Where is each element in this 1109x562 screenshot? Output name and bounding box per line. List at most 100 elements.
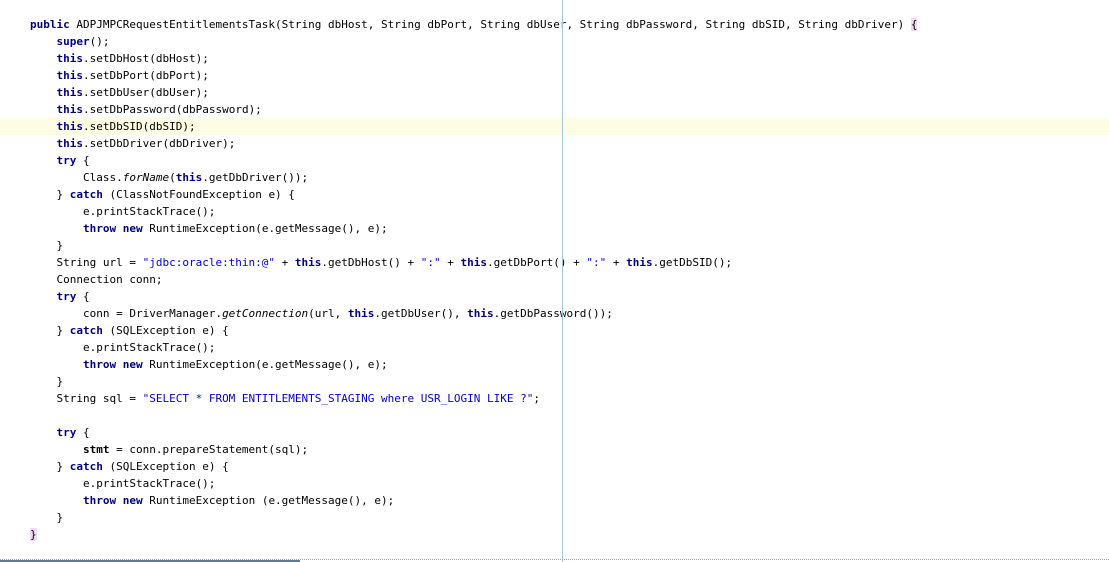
code-string: ":"	[586, 256, 607, 269]
code-keyword: new	[122, 494, 143, 507]
code-text: (	[169, 171, 176, 184]
code-text: RuntimeException(e.getMessage(), e);	[142, 222, 388, 235]
code-text: {	[76, 290, 90, 303]
code-line[interactable]: e.printStackTrace();	[0, 203, 1109, 220]
code-text: +	[275, 256, 295, 269]
code-line[interactable]: throw new RuntimeException(e.getMessage(…	[0, 220, 1109, 237]
code-line[interactable]: }	[0, 373, 1109, 390]
matching-brace: {	[910, 18, 918, 31]
code-line[interactable]: e.printStackTrace();	[0, 475, 1109, 492]
code-keyword: this	[56, 52, 84, 65]
code-string: "SELECT * FROM ENTITLEMENTS_STAGING wher…	[142, 392, 534, 405]
code-text: conn = DriverManager.	[30, 307, 223, 320]
code-keyword: this	[467, 307, 494, 320]
code-text: .getDbSID();	[652, 256, 733, 269]
current-code-line[interactable]: this.setDbSID(dbSID);	[0, 118, 1109, 135]
code-text: }	[30, 460, 70, 473]
code-keyword: try	[56, 154, 77, 167]
code-text: Connection conn;	[30, 273, 163, 286]
code-text: .getDbPassword());	[493, 307, 613, 320]
code-line[interactable]: public ADPJMPCRequestEntitlementsTask(St…	[0, 16, 1109, 33]
code-line[interactable]	[0, 407, 1109, 424]
code-text: .getDbUser(),	[374, 307, 468, 320]
code-line[interactable]: try {	[0, 424, 1109, 441]
code-keyword: try	[56, 290, 77, 303]
code-text: }	[30, 324, 70, 337]
code-line[interactable]: throw new RuntimeException (e.getMessage…	[0, 492, 1109, 509]
code-text: RuntimeException(e.getMessage(), e);	[142, 358, 388, 371]
code-line[interactable]: this.setDbPassword(dbPassword);	[0, 101, 1109, 118]
code-string: ":"	[420, 256, 441, 269]
code-keyword: this	[56, 137, 84, 150]
code-line[interactable]: } catch (ClassNotFoundException e) {	[0, 186, 1109, 203]
code-line[interactable]: e.printStackTrace();	[0, 339, 1109, 356]
code-text: (ClassNotFoundException e) {	[102, 188, 295, 201]
code-line[interactable]: Connection conn;	[0, 271, 1109, 288]
code-keyword: catch	[69, 460, 103, 473]
code-lines[interactable]: public ADPJMPCRequestEntitlementsTask(St…	[0, 16, 1109, 543]
code-text: String url =	[30, 256, 143, 269]
code-text: String sql =	[30, 392, 143, 405]
code-text: ADPJMPCRequestEntitlementsTask(String db…	[69, 18, 911, 31]
code-line[interactable]: } catch (SQLException e) {	[0, 322, 1109, 339]
code-line[interactable]: super();	[0, 33, 1109, 50]
code-text: .getDbHost() +	[321, 256, 421, 269]
code-line[interactable]: this.setDbDriver(dbDriver);	[0, 135, 1109, 152]
code-line[interactable]: }	[0, 526, 1109, 543]
code-keyword: catch	[69, 188, 103, 201]
code-text: }	[30, 511, 64, 524]
code-text: RuntimeException (e.getMessage(), e);	[142, 494, 395, 507]
code-static-method: getConnection	[222, 307, 309, 320]
code-text: .setDbSID(dbSID);	[83, 120, 196, 133]
code-keyword: this	[460, 256, 488, 269]
code-line[interactable]: } catch (SQLException e) {	[0, 458, 1109, 475]
code-keyword: this	[56, 120, 84, 133]
code-text: }	[30, 188, 70, 201]
code-keyword: this	[56, 86, 84, 99]
code-line[interactable]: conn = DriverManager.getConnection(url, …	[0, 305, 1109, 322]
code-text: (SQLException e) {	[102, 460, 229, 473]
code-keyword: super	[56, 35, 90, 48]
code-line[interactable]: this.setDbPort(dbPort);	[0, 67, 1109, 84]
code-text: e.printStackTrace();	[30, 205, 216, 218]
code-keyword: this	[56, 103, 84, 116]
code-keyword: throw	[82, 494, 117, 507]
code-line[interactable]: stmt = conn.prepareStatement(sql);	[0, 441, 1109, 458]
matching-brace: }	[30, 528, 37, 541]
code-line[interactable]: try {	[0, 152, 1109, 169]
code-line[interactable]: try {	[0, 288, 1109, 305]
code-line[interactable]: this.setDbUser(dbUser);	[0, 84, 1109, 101]
code-text: .setDbDriver(dbDriver);	[83, 137, 236, 150]
code-line[interactable]: }	[0, 237, 1109, 254]
code-line[interactable]: this.setDbHost(dbHost);	[0, 50, 1109, 67]
code-keyword: new	[122, 358, 143, 371]
code-keyword: this	[347, 307, 375, 320]
code-static-method: forName	[122, 171, 170, 184]
code-keyword: this	[175, 171, 203, 184]
code-line[interactable]: String sql = "SELECT * FROM ENTITLEMENTS…	[0, 390, 1109, 407]
code-text: {	[76, 426, 90, 439]
code-line[interactable]: Class.forName(this.getDbDriver());	[0, 169, 1109, 186]
code-editor[interactable]: public ADPJMPCRequestEntitlementsTask(St…	[0, 0, 1109, 562]
code-keyword: new	[122, 222, 143, 235]
code-line[interactable]: String url = "jdbc:oracle:thin:@" + this…	[0, 254, 1109, 271]
code-text: {	[76, 154, 90, 167]
code-line[interactable]: throw new RuntimeException(e.getMessage(…	[0, 356, 1109, 373]
code-line[interactable]: }	[0, 509, 1109, 526]
code-text: (SQLException e) {	[102, 324, 229, 337]
code-text: = conn.prepareStatement(sql);	[109, 443, 309, 456]
code-keyword: try	[56, 426, 77, 439]
code-keyword: this	[56, 69, 84, 82]
